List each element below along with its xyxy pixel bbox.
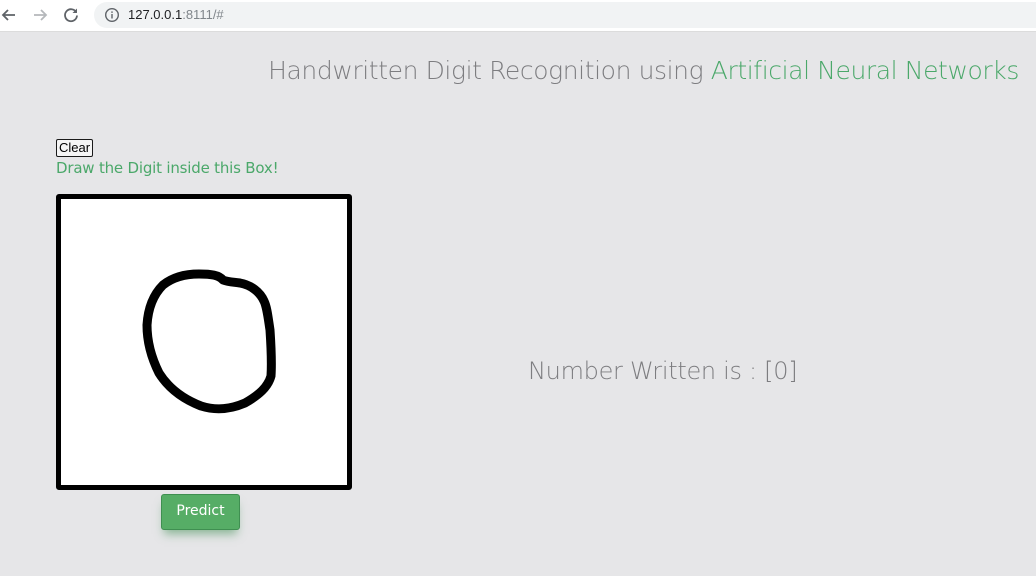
browser-toolbar: 127.0.0.1:8111/# [0,0,1036,32]
reload-icon [64,8,78,23]
drawn-digit-stroke [142,269,276,414]
url-text[interactable]: 127.0.0.1:8111/# [128,7,224,23]
clear-button[interactable]: Clear [56,139,94,157]
url-path: :8111/# [182,7,224,22]
predict-button[interactable]: Predict [161,494,240,530]
draw-instruction: Draw the Digit inside this Box! [56,159,279,177]
url-host: 127.0.0.1 [128,7,183,22]
page-title: Handwritten Digit Recognition using Arti… [268,56,1019,85]
page-title-prefix: Handwritten Digit Recognition using [268,56,711,85]
drawing-canvas[interactable] [56,194,352,490]
prediction-result: Number Written is : [0] [528,357,798,385]
info-icon[interactable] [104,7,120,23]
back-button[interactable] [0,4,20,26]
arrow-right-icon [34,9,48,21]
forward-button[interactable] [29,4,51,26]
page-title-accent: Artificial Neural Networks [710,56,1020,85]
address-bar[interactable]: 127.0.0.1:8111/# [94,2,1036,28]
reload-button[interactable] [60,4,82,26]
arrow-left-icon [1,9,15,21]
